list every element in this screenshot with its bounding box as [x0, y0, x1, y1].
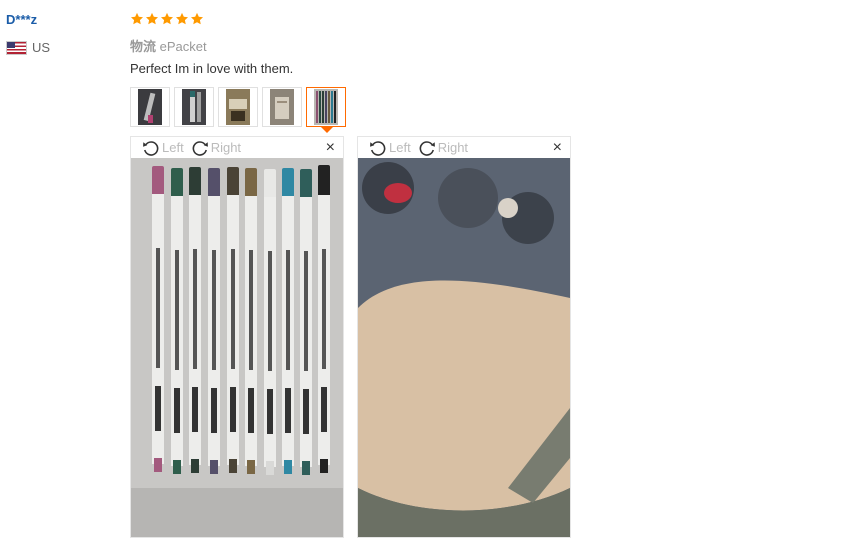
rotate-right-label: Right	[437, 140, 469, 155]
rotate-right-icon	[192, 140, 208, 156]
rotate-left-button[interactable]: Left	[368, 138, 411, 158]
close-icon[interactable]: ×	[553, 140, 562, 156]
country-label: US	[32, 40, 51, 55]
rotate-left-icon	[370, 140, 386, 156]
viewer-toolbar: Left Right ×	[358, 137, 570, 158]
photo-viewer-1: Left Right ×	[130, 136, 344, 538]
star-icon	[160, 12, 174, 25]
close-icon[interactable]: ×	[326, 140, 335, 156]
rotate-left-label: Left	[162, 140, 184, 155]
logistics-info: 物流 ePacket	[130, 36, 207, 55]
rotate-right-icon	[419, 140, 435, 156]
rotate-right-button[interactable]: Right	[417, 138, 468, 158]
thumbnail-image	[270, 89, 294, 125]
photo-thumbnail[interactable]	[174, 87, 214, 127]
thumbnail-image	[226, 89, 250, 125]
reviewer-name[interactable]: D***z	[6, 12, 37, 27]
rotate-left-button[interactable]: Left	[141, 138, 184, 158]
product-photo-hand	[358, 158, 570, 537]
logistics-label: 物流	[130, 39, 157, 54]
thumbnail-image	[314, 89, 338, 125]
star-icon	[145, 12, 159, 25]
photo-thumbnail[interactable]	[218, 87, 258, 127]
feedback-text: Perfect Im in love with them.	[130, 61, 294, 76]
rotate-left-icon	[143, 140, 159, 156]
photo-viewer-2: Left Right ×	[357, 136, 571, 538]
star-icon	[190, 12, 204, 25]
photo-thumbnail-active[interactable]	[306, 87, 346, 133]
photo-thumbnails	[130, 87, 346, 133]
product-photo-pens	[131, 158, 343, 537]
photo-thumbnail[interactable]	[262, 87, 302, 127]
us-flag-icon	[6, 40, 27, 55]
star-icon	[175, 12, 189, 25]
rotate-right-button[interactable]: Right	[190, 138, 241, 158]
logistics-value: ePacket	[159, 39, 207, 54]
viewer-toolbar: Left Right ×	[131, 137, 343, 158]
photo-thumbnail[interactable]	[130, 87, 170, 127]
rotate-right-label: Right	[210, 140, 242, 155]
thumbnail-image	[138, 89, 162, 125]
reviewer-country: US	[6, 40, 50, 55]
star-icon	[130, 12, 144, 25]
rotate-left-label: Left	[389, 140, 411, 155]
rating-stars	[130, 12, 204, 26]
thumbnail-image	[182, 89, 206, 125]
